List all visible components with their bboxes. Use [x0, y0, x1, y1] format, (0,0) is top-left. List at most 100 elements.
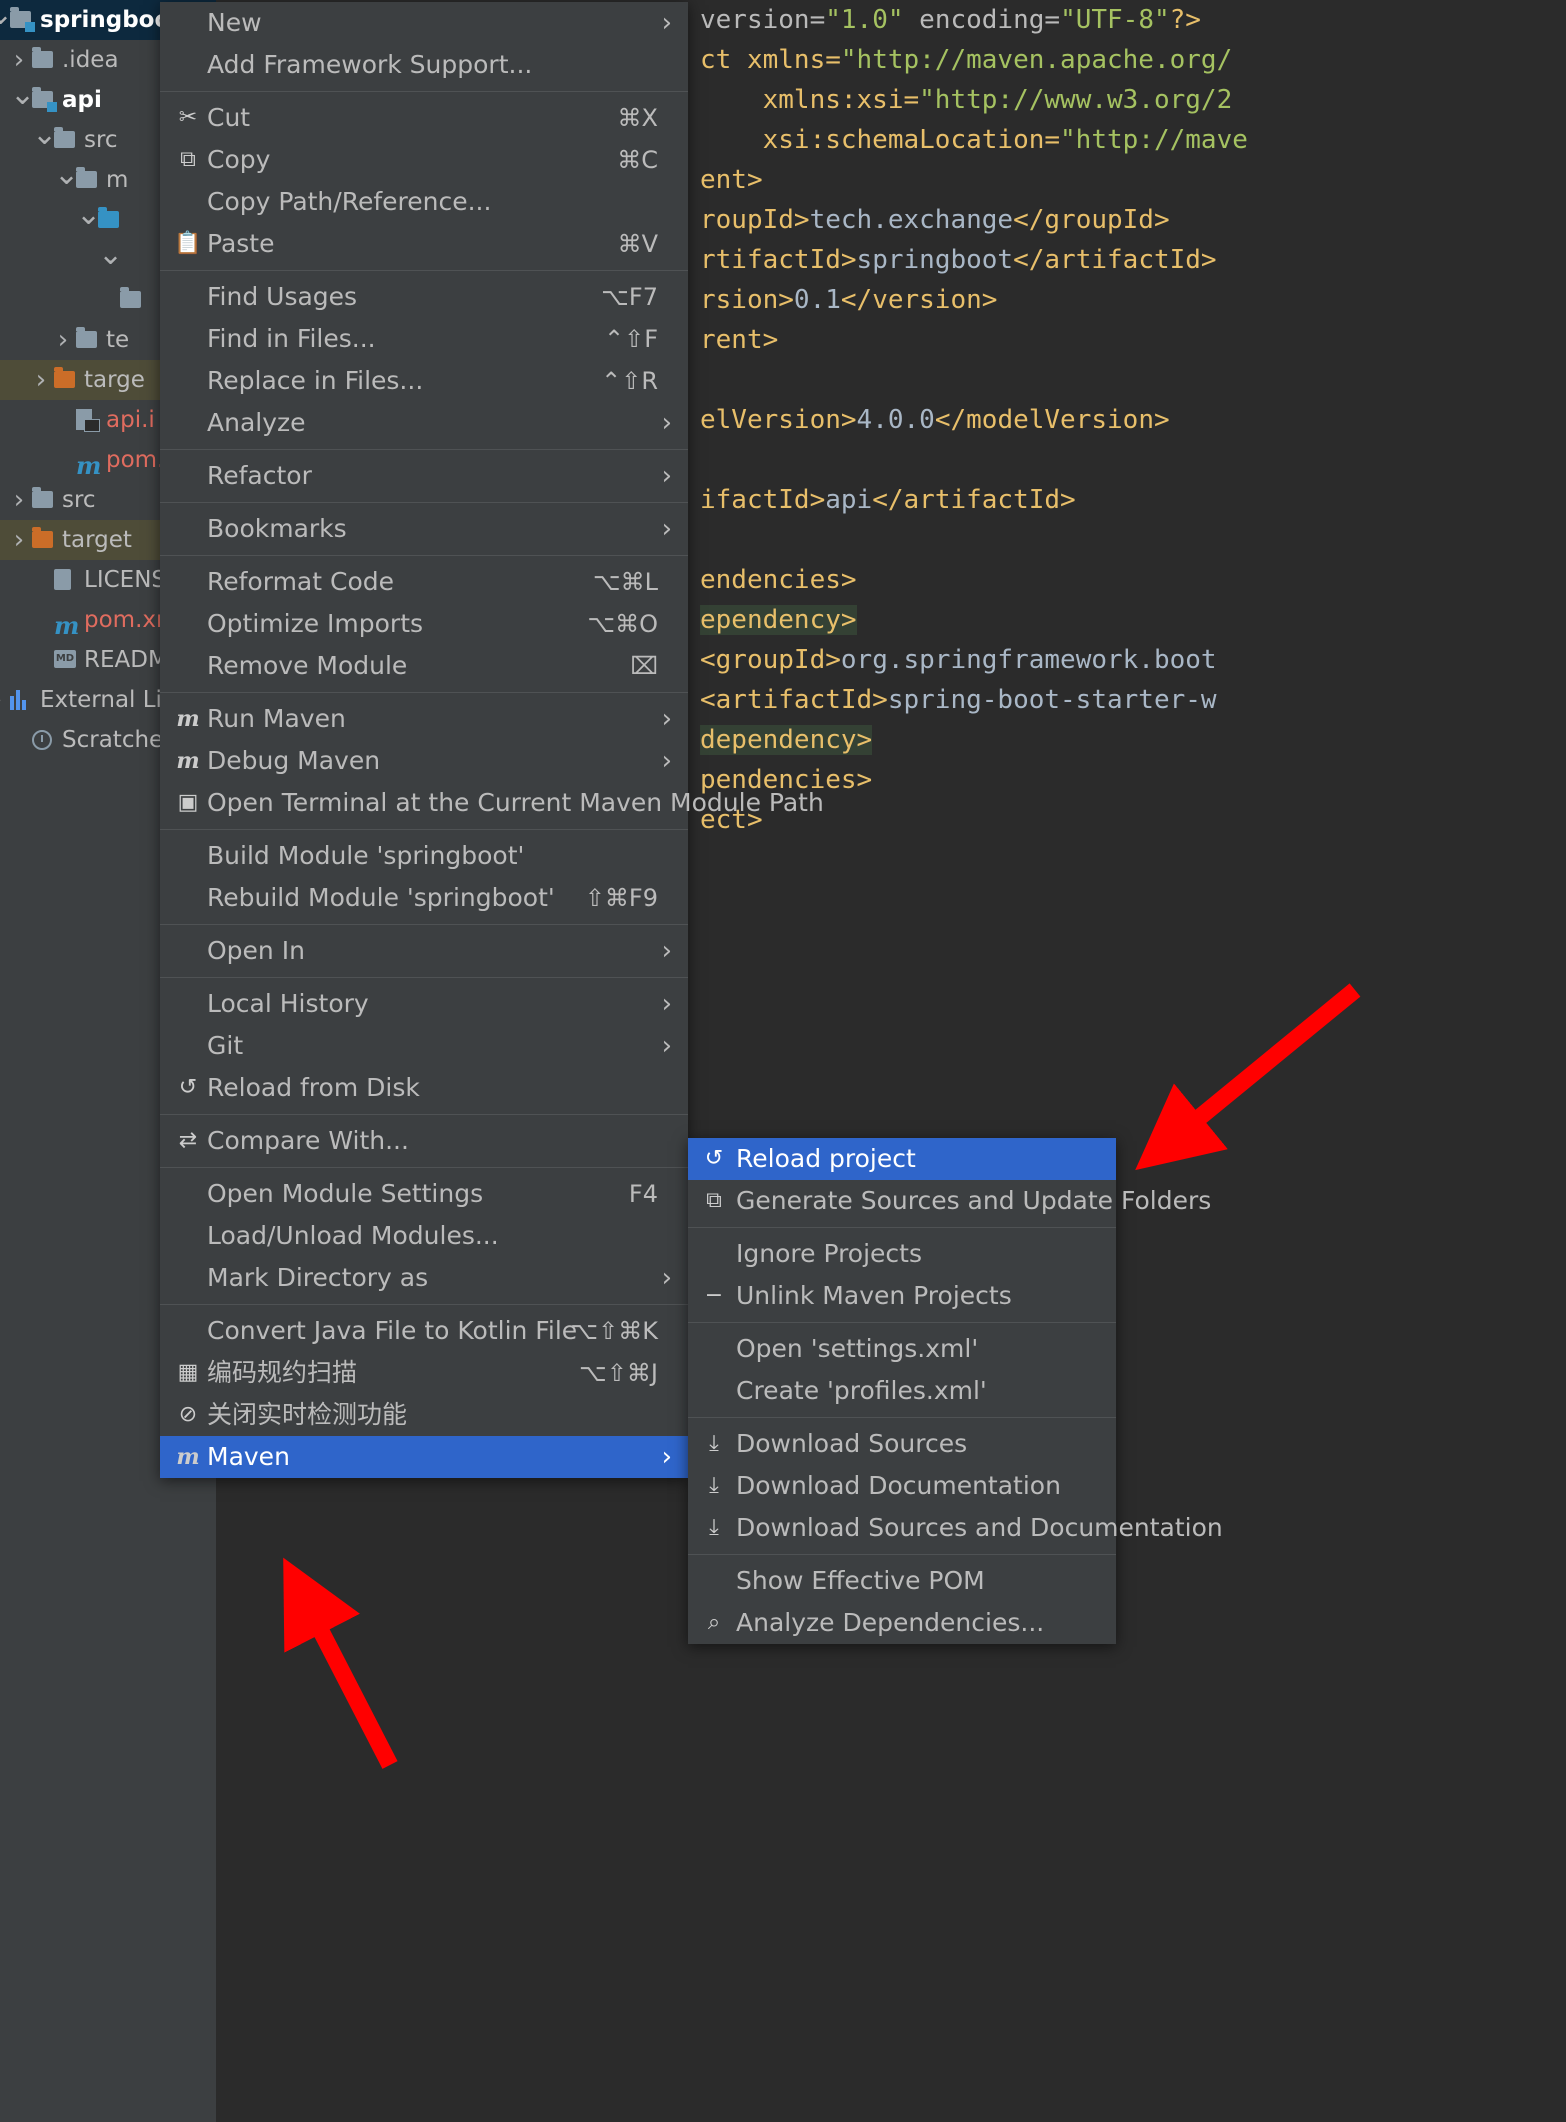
context-menu-item[interactable]: Analyze ›: [160, 402, 688, 444]
context-menu-item[interactable]: Bookmarks ›: [160, 508, 688, 550]
menu-item-label: Paste: [207, 229, 275, 258]
submenu-item[interactable]: ⌕ Analyze Dependencies...: [688, 1602, 1116, 1644]
code-token: </groupId>: [1013, 205, 1170, 235]
code-token: org.springframework.boot: [840, 645, 1217, 675]
submenu-separator: [688, 1554, 1116, 1555]
submenu-item-label: Generate Sources and Update Folders: [736, 1186, 1212, 1215]
chevron-down-icon[interactable]: ⌄: [54, 160, 79, 190]
chevron-right-icon[interactable]: ›: [10, 480, 28, 520]
chevron-right-icon[interactable]: ›: [10, 40, 28, 80]
chevron-right-icon[interactable]: ›: [32, 360, 50, 400]
chevron-down-icon[interactable]: ⌄: [10, 80, 35, 110]
menu-item-label: Cut: [207, 103, 251, 132]
submenu-item-label: Analyze Dependencies...: [736, 1608, 1045, 1637]
menu-item-label: Rebuild Module 'springboot': [207, 883, 555, 912]
context-menu-item[interactable]: Add Framework Support...: [160, 44, 688, 86]
context-menu-item[interactable]: Optimize Imports ⌥⌘O: [160, 603, 688, 645]
code-token: <groupId>: [700, 645, 841, 675]
context-menu-item[interactable]: m Debug Maven ›: [160, 740, 688, 782]
menu-item-shortcut: F4: [628, 1180, 658, 1208]
menu-item-label: Find in Files...: [207, 324, 376, 353]
chevron-right-icon[interactable]: ›: [10, 520, 28, 560]
context-menu-item[interactable]: m Run Maven ›: [160, 698, 688, 740]
chevron-right-icon: ›: [661, 704, 672, 734]
chevron-down-icon[interactable]: ⌄: [0, 0, 13, 30]
maven-submenu[interactable]: ↺ Reload project ⧉ Generate Sources and Upd…: [688, 1138, 1223, 1644]
submenu-item[interactable]: ⤓ Download Sources and Documentation: [688, 1507, 1223, 1549]
code-token: xsi:schemaLocation=: [700, 125, 1061, 155]
code-line: elVersion>4.0.0</modelVersion>: [700, 400, 1566, 440]
context-menu-item[interactable]: ⧉ Copy ⌘C: [160, 139, 688, 181]
context-menu-item[interactable]: Open Module Settings F4: [160, 1173, 688, 1215]
code-token: spring-boot-starter-w: [887, 685, 1217, 715]
context-menu-item[interactable]: New ›: [160, 2, 688, 44]
submenu-item[interactable]: Ignore Projects: [688, 1233, 1116, 1275]
code-token: </artifactId>: [872, 485, 1076, 515]
download-icon: ⤓: [709, 1515, 719, 1540]
context-menu-item[interactable]: Remove Module ⌧: [160, 645, 688, 687]
folder-icon: [76, 160, 98, 200]
submenu-item[interactable]: Create 'profiles.xml': [688, 1370, 1116, 1412]
submenu-item-label: Show Effective POM: [736, 1566, 985, 1595]
context-menu-item[interactable]: Build Module 'springboot': [160, 835, 688, 877]
context-menu-item[interactable]: ⇄ Compare With...: [160, 1120, 688, 1162]
context-menu-item[interactable]: Find Usages ⌥F7: [160, 276, 688, 318]
code-token: springboot: [856, 245, 1014, 275]
tree-row-label: pom.: [106, 447, 165, 473]
submenu-item[interactable]: Show Effective POM: [688, 1560, 1116, 1602]
code-line: dependency>: [700, 720, 1566, 760]
context-menu-item[interactable]: Find in Files... ⌃⇧F: [160, 318, 688, 360]
chevron-down-icon[interactable]: ⌄: [76, 200, 101, 230]
submenu-item[interactable]: ⧉ Generate Sources and Update Folders: [688, 1180, 1211, 1222]
menu-item-shortcut: ⌃⇧F: [603, 325, 658, 353]
context-menu-item[interactable]: Convert Java File to Kotlin File ⌥⇧⌘K: [160, 1310, 688, 1352]
context-menu-item[interactable]: 📋 Paste ⌘V: [160, 223, 688, 265]
context-menu-item[interactable]: Open In ›: [160, 930, 688, 972]
module-folder-icon: [32, 80, 57, 120]
context-menu-item[interactable]: Reformat Code ⌥⌘L: [160, 561, 688, 603]
tree-row-label: External Li: [40, 687, 162, 713]
menu-separator: [160, 449, 688, 450]
folder-icon: [120, 280, 142, 320]
context-menu-item[interactable]: ⊘ 关闭实时检测功能: [160, 1394, 688, 1436]
context-menu-item[interactable]: ▦ 编码规约扫描 ⌥⇧⌘J: [160, 1352, 688, 1394]
submenu-item[interactable]: − Unlink Maven Projects: [688, 1275, 1116, 1317]
tree-row-label: src: [84, 127, 118, 153]
context-menu-item[interactable]: ✂ Cut ⌘X: [160, 97, 688, 139]
submenu-item[interactable]: ⤓ Download Documentation: [688, 1465, 1116, 1507]
maven-icon: m: [176, 1444, 200, 1470]
chevron-down-icon[interactable]: ⌄: [98, 240, 123, 270]
context-menu-item[interactable]: Refactor ›: [160, 455, 688, 497]
context-menu-item[interactable]: ▣ Open Terminal at the Current Maven Modu…: [160, 782, 824, 824]
context-menu-item[interactable]: Replace in Files... ⌃⇧R: [160, 360, 688, 402]
code-token: elVersion>: [700, 405, 857, 435]
chevron-right-icon[interactable]: ›: [0, 680, 6, 720]
menu-item-label: Reload from Disk: [207, 1073, 420, 1102]
submenu-item[interactable]: ⤓ Download Sources: [688, 1423, 1116, 1465]
context-menu-item[interactable]: ↺ Reload from Disk: [160, 1067, 688, 1109]
context-menu-item[interactable]: Local History ›: [160, 983, 688, 1025]
chevron-right-icon[interactable]: ›: [54, 320, 72, 360]
context-menu-item[interactable]: Load/Unload Modules...: [160, 1215, 688, 1257]
chevron-down-icon[interactable]: ⌄: [32, 120, 57, 150]
submenu-item[interactable]: Open 'settings.xml': [688, 1328, 1116, 1370]
code-token: </artifactId>: [1013, 245, 1217, 275]
context-menu[interactable]: New › Add Framework Support... ✂ Cut ⌘X ⧉ Copy ⌘…: [160, 2, 824, 1478]
download-icon: ⤓: [709, 1431, 719, 1456]
submenu-item[interactable]: ↺ Reload project: [688, 1138, 1116, 1180]
context-menu-item[interactable]: Rebuild Module 'springboot' ⇧⌘F9: [160, 877, 688, 919]
code-token: "1.0": [825, 5, 904, 35]
context-menu-item[interactable]: Copy Path/Reference...: [160, 181, 688, 223]
folder-icon: [54, 120, 76, 160]
menu-item-label: Copy Path/Reference...: [207, 187, 492, 216]
context-menu-item[interactable]: Git ›: [160, 1025, 688, 1067]
menu-item-label: 编码规约扫描: [207, 1358, 358, 1387]
context-menu-item[interactable]: Mark Directory as ›: [160, 1257, 688, 1299]
context-menu-item[interactable]: m Maven ›: [160, 1436, 688, 1478]
scratches-icon: [32, 720, 54, 760]
tree-row-label: te: [106, 327, 130, 353]
code-line: <artifactId>spring-boot-starter-w: [700, 680, 1566, 720]
menu-item-label: Open Module Settings: [207, 1179, 484, 1208]
